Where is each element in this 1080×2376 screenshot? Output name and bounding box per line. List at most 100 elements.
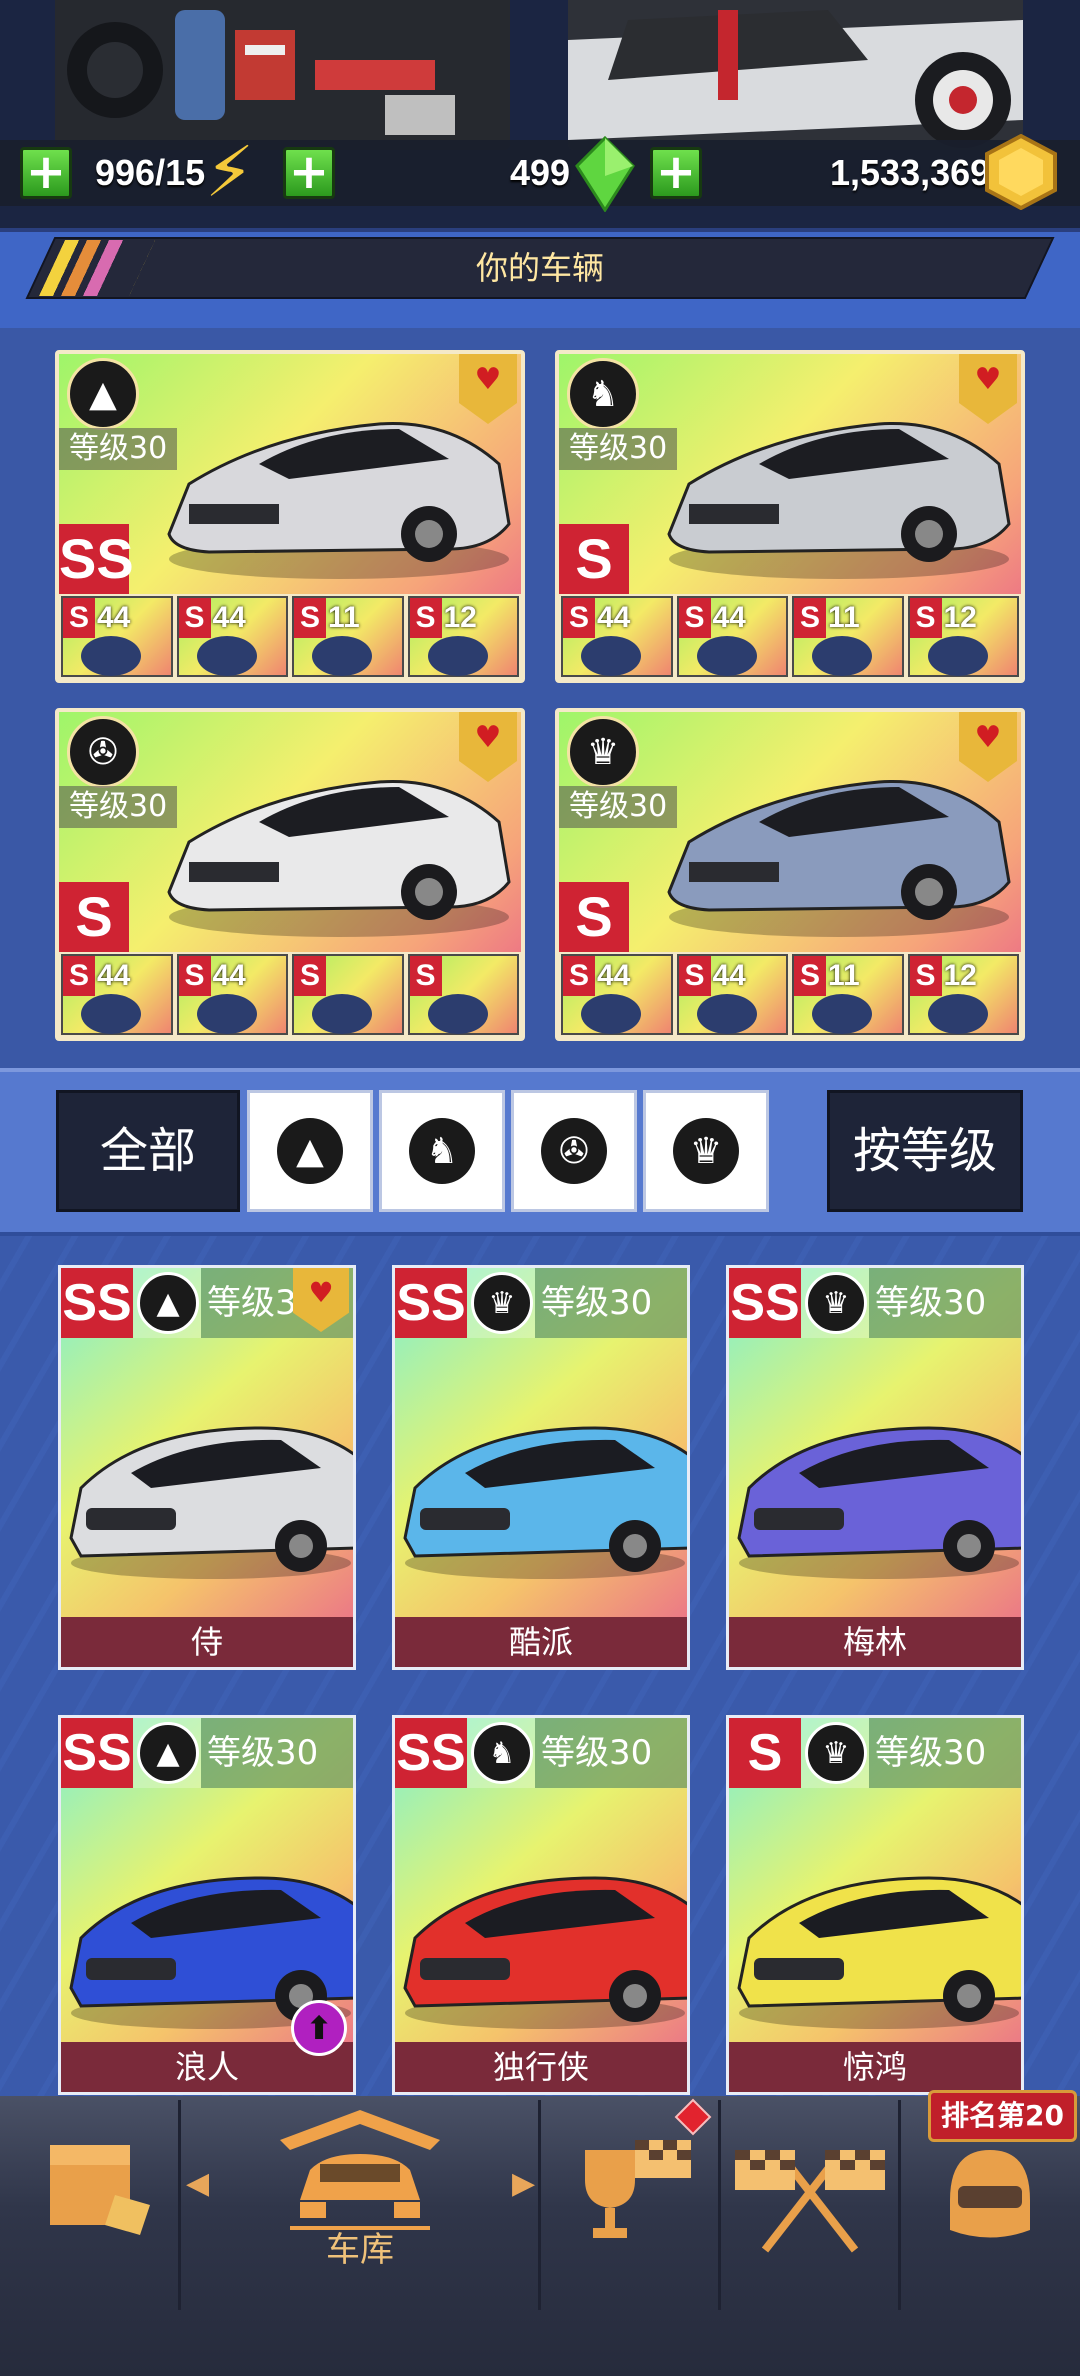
part-rank: S [178,956,211,996]
nav-garage-label: 车库 [326,2230,394,2270]
part-level: 12 [943,959,977,992]
part-icon [81,994,141,1034]
parts-shop-banner[interactable] [55,0,510,150]
nav-divider [718,2100,721,2310]
filter-road-button[interactable]: ▲ [247,1090,373,1212]
car-level: 等级30 [535,1718,687,1788]
nav-events-button[interactable] [575,2130,695,2250]
horse-icon: ♞ [471,1722,533,1784]
upgrade-part-slot[interactable]: S 44 [561,596,673,677]
upgrade-part-slot[interactable]: S 11 [292,596,404,677]
filter-horse-button[interactable]: ♞ [379,1090,505,1212]
car-image [403,1876,687,2029]
nav-right-arrow-icon[interactable]: ▶ [512,2166,535,2201]
upgrade-part-slot[interactable]: S 44 [176,596,288,677]
garage-car-card[interactable]: SS ▲ 等级30 浪人 ⬆ [58,1715,356,2095]
add-energy-button[interactable]: + [20,147,72,199]
filter-wheel-button[interactable]: ✇ [511,1090,637,1212]
part-rank: S [678,598,711,638]
part-rank: S [409,956,442,996]
road-icon: ▲ [137,1272,199,1334]
rank-badge: 排名第20 [928,2090,1077,2142]
nav-left-arrow-icon[interactable]: ◀ [186,2166,209,2201]
upgrade-part-slot[interactable]: S 11 [792,596,904,677]
part-level: 44 [97,959,131,992]
part-level: 44 [212,959,246,992]
gem-icon [575,135,635,216]
filter-crown-button[interactable]: ♛ [643,1090,769,1212]
car-showcase-banner[interactable] [568,0,1023,150]
helmet-icon [950,2150,1030,2238]
upgrade-part-slot[interactable]: S [292,954,404,1035]
horse-icon: ♞ [409,1118,475,1184]
part-rank: S [909,598,942,638]
nav-shop-button[interactable] [40,2135,160,2245]
sort-by-level-button[interactable]: 按等级 [827,1090,1023,1212]
car-name: 独行侠 [395,2042,687,2092]
upgrade-part-slot[interactable]: S 11 [792,954,904,1035]
car-image [737,1426,1021,1579]
car-rank: SS [729,1268,801,1338]
favorite-car-card[interactable]: ▲ 等级30 ♥ SS S 44 S 44 S 11 S 12 [55,350,525,683]
car-rank: SS [61,1718,133,1788]
upgrade-arrow-icon[interactable]: ⬆ [291,2000,347,2056]
upgrade-part-slot[interactable]: S 44 [676,954,788,1035]
part-rank: S [409,598,442,638]
car-level: 等级30 [535,1268,687,1338]
nav-profile-button[interactable] [940,2140,1040,2250]
upgrade-part-slot[interactable]: S 44 [176,954,288,1035]
part-rank: S [563,598,595,638]
favorite-car-card[interactable]: ♛ 等级30 ♥ S S 44 S 44 S 11 S 12 [555,708,1025,1041]
upgrade-part-slot[interactable]: S 44 [676,596,788,677]
part-rank: S [678,956,711,996]
part-rank: S [178,598,211,638]
upgrade-part-slot[interactable]: S [407,954,519,1035]
car-level: 等级30 [559,786,678,828]
upgrade-part-slot[interactable]: S 44 [561,954,673,1035]
car-rank: S [559,882,629,952]
add-coins-button[interactable]: + [650,147,702,199]
crown-icon: ♛ [805,1272,867,1334]
part-level: 11 [828,601,860,634]
part-level: 11 [328,601,360,634]
garage-car-card[interactable]: SS ♛ 等级30 梅林 [726,1265,1024,1670]
filter-all-button[interactable]: 全部 [56,1090,240,1212]
nav-divider [178,2100,181,2310]
car-rank: SS [395,1718,467,1788]
crown-icon: ♛ [673,1118,739,1184]
garage-car-card[interactable]: SS ♛ 等级30 酷派 [392,1265,690,1670]
car-rank: SS [61,1268,133,1338]
garage-car-card[interactable]: SS ▲ 等级30 侍 ♥ [58,1265,356,1670]
part-rank: S [294,598,326,638]
upgrade-part-slot[interactable]: S 44 [61,596,173,677]
coin-icon [985,133,1057,214]
upgrade-part-slot[interactable]: S 12 [407,596,519,677]
part-icon [427,994,488,1034]
garage-car-icon [280,2110,440,2230]
part-icon [581,636,641,676]
nav-garage-button[interactable] [280,2110,440,2230]
upgrade-part-slot[interactable]: S 44 [61,954,173,1035]
nav-race-button[interactable] [735,2140,885,2260]
part-rank: S [794,598,826,638]
garage-car-card[interactable]: S ♛ 等级30 惊鸿 [726,1715,1024,2095]
car-level: 等级30 [869,1268,1021,1338]
car-rank: SS [59,524,134,594]
add-gems-button[interactable]: + [283,147,335,199]
favorite-car-card[interactable]: ♞ 等级30 ♥ S S 44 S 44 S 11 S 12 [555,350,1025,683]
crown-icon: ♛ [471,1272,533,1334]
car-level: 等级30 [559,428,678,470]
garage-car-card[interactable]: SS ♞ 等级30 独行侠 [392,1715,690,2095]
car-name: 侍 [61,1617,353,1667]
favorite-car-card[interactable]: ✇ 等级30 ♥ S S 44 S 44 S S [55,708,525,1041]
road-icon: ▲ [277,1118,343,1184]
lightning-icon: ⚡ [205,131,255,213]
part-icon [696,994,757,1034]
upgrade-part-slot[interactable]: S 12 [907,954,1019,1035]
upgrade-parts-row: S 44 S 44 S 11 S 12 [59,594,521,679]
part-icon [312,994,372,1034]
car-level: 等级30 [59,786,178,828]
part-rank: S [794,956,826,996]
upgrade-part-slot[interactable]: S 12 [907,596,1019,677]
car-level: 等级30 [869,1718,1021,1788]
